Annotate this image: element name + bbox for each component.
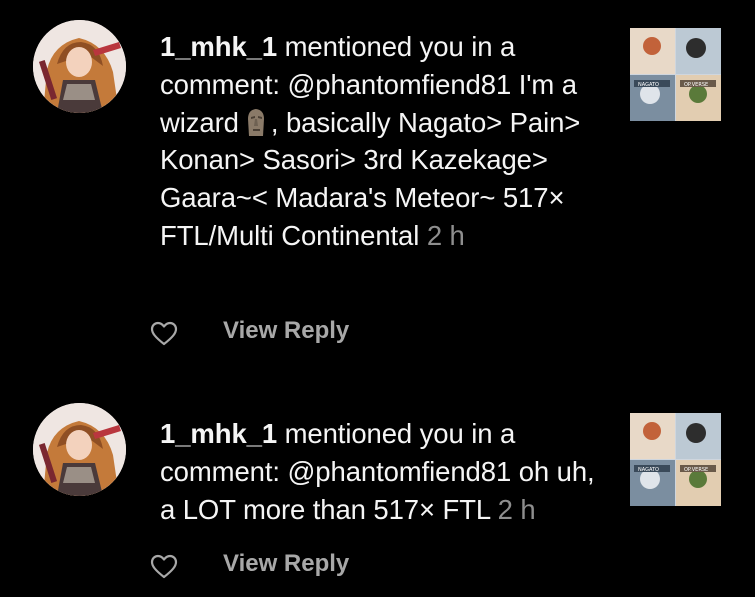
username[interactable]: 1_mhk_1 (160, 418, 277, 449)
notification-item[interactable]: 1_mhk_1 mentioned you in a comment: @pha… (0, 380, 755, 597)
mention-link[interactable]: @phantomfiend81 (287, 69, 511, 100)
notification-text: 1_mhk_1 mentioned you in a comment: @pha… (160, 28, 600, 255)
heart-icon[interactable] (150, 321, 178, 347)
avatar[interactable] (33, 403, 126, 496)
svg-text:OP.VERSE: OP.VERSE (684, 467, 708, 473)
comment-actions: View Reply (150, 315, 450, 355)
moai-icon (243, 107, 269, 137)
timestamp: 2 h (497, 493, 536, 525)
notification-item[interactable]: 1_mhk_1 mentioned you in a comment: @pha… (0, 0, 755, 380)
svg-text:NAGATO: NAGATO (638, 82, 659, 88)
timestamp: 2 h (426, 219, 465, 251)
notification-text: 1_mhk_1 mentioned you in a comment: @pha… (160, 415, 600, 528)
username[interactable]: 1_mhk_1 (160, 31, 277, 62)
mention-link[interactable]: @phantomfiend81 (287, 456, 511, 487)
post-thumbnail[interactable]: NAGATO OP.VERSE (630, 28, 721, 121)
post-thumbnail[interactable]: NAGATO OP.VERSE (630, 413, 721, 506)
comment-actions: View Reply (150, 548, 450, 588)
heart-icon[interactable] (150, 554, 178, 580)
view-reply-button[interactable]: View Reply (223, 550, 349, 578)
svg-text:OP.VERSE: OP.VERSE (684, 82, 708, 88)
svg-text:NAGATO: NAGATO (638, 467, 659, 473)
avatar[interactable] (33, 20, 126, 113)
view-reply-button[interactable]: View Reply (223, 317, 349, 345)
